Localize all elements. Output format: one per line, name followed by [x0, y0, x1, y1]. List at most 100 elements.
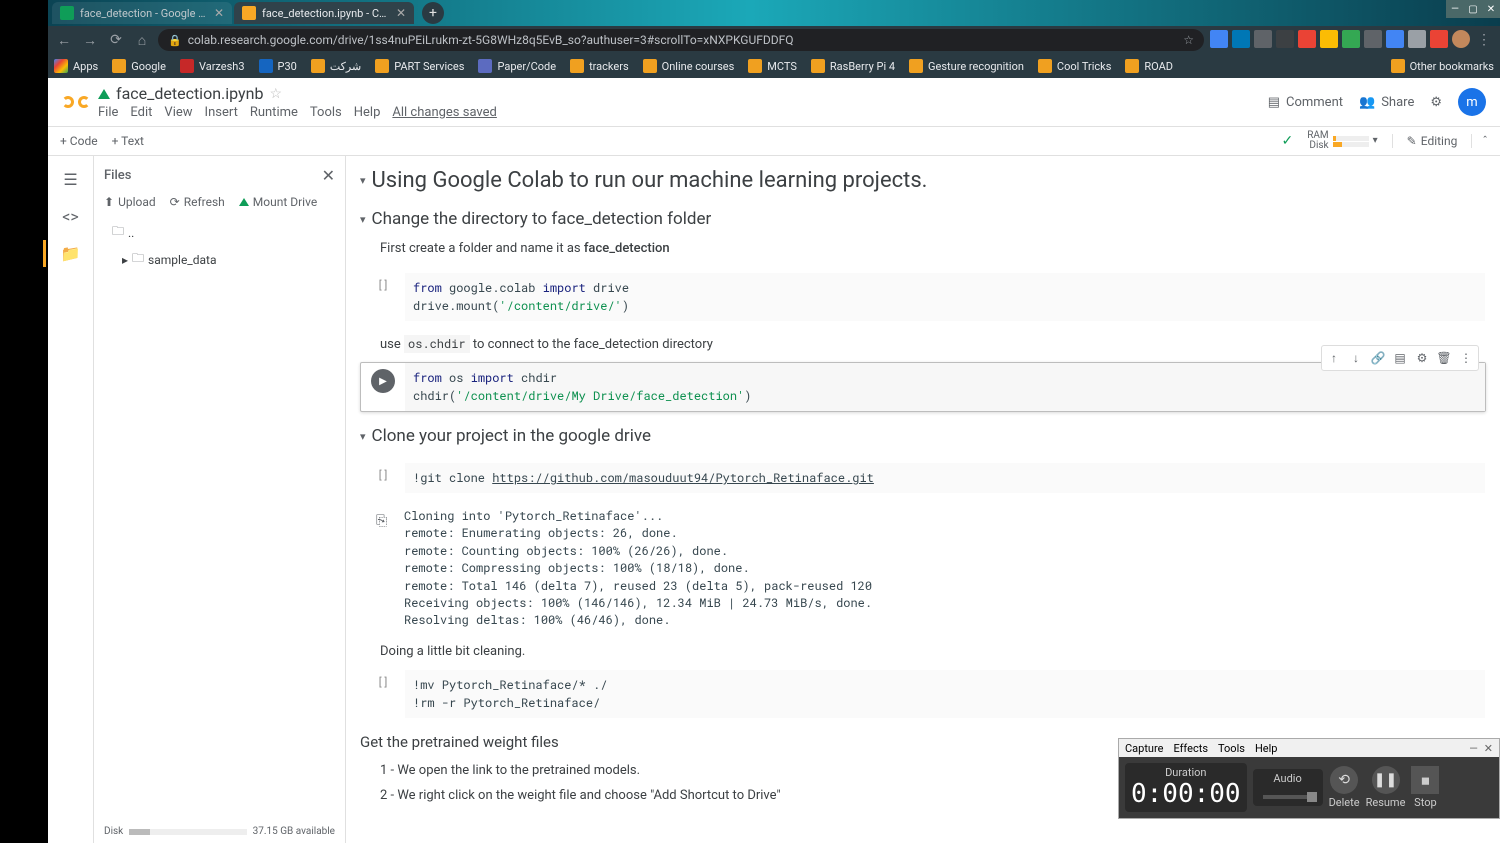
ext-icon[interactable]: [1276, 30, 1294, 48]
chevron-down-icon[interactable]: ▾: [1373, 136, 1378, 146]
ext-icon[interactable]: [1210, 30, 1228, 48]
toggle-icon[interactable]: ▾: [360, 174, 366, 187]
ext-icon[interactable]: [1408, 30, 1426, 48]
ext-icon[interactable]: [1254, 30, 1272, 48]
toggle-icon[interactable]: ▾: [360, 213, 366, 226]
bookmark-item[interactable]: Google: [112, 59, 166, 73]
toc-icon[interactable]: ☰: [63, 170, 77, 189]
other-bookmarks[interactable]: Other bookmarks: [1391, 59, 1494, 73]
add-text-button[interactable]: + Text: [112, 134, 144, 148]
gear-icon[interactable]: ⚙: [1412, 348, 1432, 368]
ext-icon[interactable]: [1320, 30, 1338, 48]
more-icon[interactable]: ⋮: [1456, 348, 1476, 368]
minimize-icon[interactable]: —: [1469, 742, 1478, 755]
resume-button[interactable]: ❚❚Resume: [1366, 766, 1406, 809]
menu-insert[interactable]: Insert: [205, 105, 238, 120]
link-icon[interactable]: 🔗: [1368, 348, 1388, 368]
ext-icon[interactable]: [1232, 30, 1250, 48]
output-toggle-icon[interactable]: ⎘: [376, 510, 387, 530]
save-status[interactable]: All changes saved: [392, 105, 497, 120]
move-up-icon[interactable]: ↑: [1324, 348, 1344, 368]
bookmark-item[interactable]: Gesture recognition: [909, 59, 1024, 73]
colab-logo[interactable]: [62, 88, 90, 116]
cell-gutter[interactable]: [ ]: [361, 670, 405, 718]
notebook-title[interactable]: face_detection.ipynb: [116, 84, 263, 103]
ext-icon[interactable]: [1342, 30, 1360, 48]
ext-icon[interactable]: [1298, 30, 1316, 48]
menu-view[interactable]: View: [164, 105, 192, 120]
forward-button[interactable]: →: [80, 30, 100, 50]
menu-tools[interactable]: Tools: [310, 105, 342, 120]
stop-button[interactable]: ◼Stop: [1411, 766, 1439, 809]
parent-folder[interactable]: 🗀..: [104, 219, 335, 246]
files-icon[interactable]: 📁: [61, 244, 81, 263]
share-button[interactable]: 👥Share: [1359, 95, 1414, 110]
cell-gutter[interactable]: [ ]: [361, 463, 405, 493]
profile-icon[interactable]: [1452, 30, 1470, 48]
bookmark-item[interactable]: trackers: [570, 59, 629, 73]
snippets-icon[interactable]: <>: [62, 207, 79, 226]
comment-icon[interactable]: ▤: [1390, 348, 1410, 368]
code-content[interactable]: !mv Pytorch_Retinaface/* ./ !rm -r Pytor…: [405, 670, 1485, 718]
tab-drive[interactable]: face_detection - Google Drive ✕: [52, 2, 232, 24]
code-cell-1[interactable]: [ ] from google.colab import drive drive…: [360, 272, 1486, 322]
bookmark-item[interactable]: ROAD: [1125, 59, 1173, 73]
move-down-icon[interactable]: ↓: [1346, 348, 1366, 368]
bookmark-item[interactable]: Online courses: [643, 59, 735, 73]
star-icon[interactable]: ☆: [269, 86, 282, 102]
editing-button[interactable]: ✎Editing: [1392, 134, 1458, 148]
settings-button[interactable]: ⚙: [1430, 95, 1442, 110]
back-button[interactable]: ←: [54, 30, 74, 50]
bookmark-item[interactable]: Cool Tricks: [1038, 59, 1111, 73]
ext-icon[interactable]: [1386, 30, 1404, 48]
resources-indicator[interactable]: RAM Disk ▾: [1307, 131, 1377, 151]
bookmark-item[interactable]: Paper/Code: [478, 59, 556, 73]
refresh-button[interactable]: ⟳Refresh: [170, 195, 225, 209]
bookmark-item[interactable]: MCTS: [748, 59, 797, 73]
audio-slider[interactable]: [1263, 795, 1313, 799]
ext-icon[interactable]: [1364, 30, 1382, 48]
bookmark-item[interactable]: PART Services: [375, 59, 464, 73]
add-code-button[interactable]: + Code: [60, 134, 98, 148]
rec-menu-help[interactable]: Help: [1255, 742, 1278, 755]
rec-menu-capture[interactable]: Capture: [1125, 742, 1163, 755]
menu-file[interactable]: File: [98, 105, 118, 120]
close-icon[interactable]: ✕: [396, 6, 406, 20]
folder-sample-data[interactable]: ▸🗀sample_data: [104, 246, 335, 273]
mount-drive-button[interactable]: Mount Drive: [239, 195, 317, 209]
address-bar[interactable]: 🔒 colab.research.google.com/drive/1ss4nu…: [158, 29, 1204, 51]
comment-button[interactable]: ▤Comment: [1268, 95, 1343, 110]
toggle-icon[interactable]: ▾: [360, 430, 366, 443]
bookmark-item[interactable]: P30: [259, 59, 297, 73]
new-tab-button[interactable]: +: [422, 2, 444, 24]
menu-help[interactable]: Help: [354, 105, 381, 120]
bookmark-item[interactable]: شرکت: [311, 59, 361, 73]
star-icon[interactable]: ☆: [1183, 33, 1194, 47]
close-icon[interactable]: ✕: [1484, 742, 1493, 755]
rec-menu-effects[interactable]: Effects: [1173, 742, 1208, 755]
run-cell-button[interactable]: ▶: [361, 363, 405, 411]
code-cell-3[interactable]: [ ] !git clone https://github.com/masoud…: [360, 462, 1486, 494]
ext-icon[interactable]: [1430, 30, 1448, 48]
bookmark-item[interactable]: Varzesh3: [180, 59, 245, 73]
delete-button[interactable]: ⟲Delete: [1329, 766, 1360, 809]
upload-button[interactable]: ⬆Upload: [104, 195, 156, 209]
bookmark-item[interactable]: RasBerry Pi 4: [811, 59, 895, 73]
bookmark-apps[interactable]: Apps: [54, 59, 98, 73]
rec-menu-tools[interactable]: Tools: [1218, 742, 1245, 755]
avatar[interactable]: m: [1458, 88, 1486, 116]
cell-gutter[interactable]: [ ]: [361, 273, 405, 321]
menu-edit[interactable]: Edit: [130, 105, 152, 120]
close-icon[interactable]: ✕: [322, 166, 335, 185]
delete-icon[interactable]: 🗑: [1434, 348, 1454, 368]
menu-runtime[interactable]: Runtime: [250, 105, 298, 120]
code-content[interactable]: !git clone https://github.com/masouduut9…: [405, 463, 1485, 493]
tab-colab[interactable]: face_detection.ipynb - Colaborat ✕: [234, 2, 414, 24]
reload-button[interactable]: ⟳: [106, 30, 126, 50]
code-cell-2[interactable]: ↑ ↓ 🔗 ▤ ⚙ 🗑 ⋮ ▶ from os import chdir chd…: [360, 362, 1486, 412]
close-icon[interactable]: ✕: [214, 6, 224, 20]
menu-icon[interactable]: ⋮: [1474, 30, 1494, 50]
code-content[interactable]: from google.colab import drive drive.mou…: [405, 273, 1485, 321]
collapse-button[interactable]: ˆ: [1471, 134, 1488, 148]
code-cell-4[interactable]: [ ] !mv Pytorch_Retinaface/* ./ !rm -r P…: [360, 669, 1486, 719]
